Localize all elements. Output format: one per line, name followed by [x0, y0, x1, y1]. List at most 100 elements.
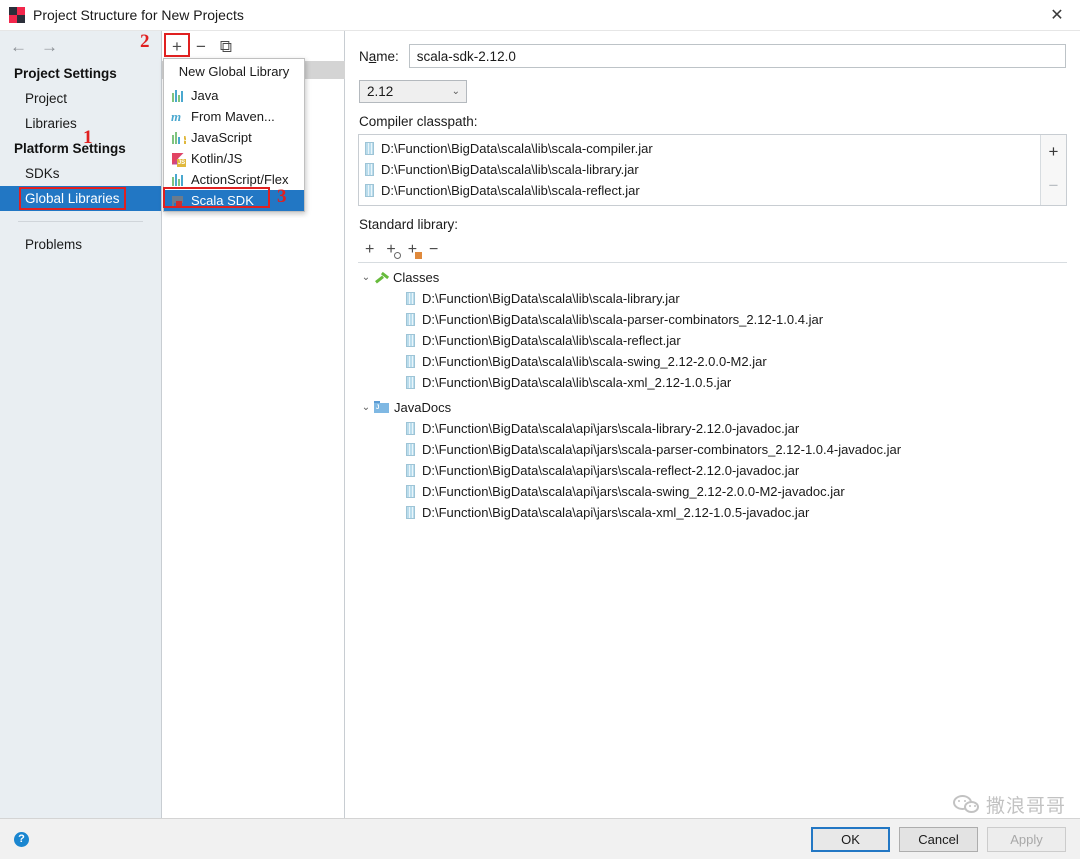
dialog-body: ← → Project Settings Project Libraries P… — [0, 31, 1080, 818]
library-toolbar: + − ⧉ — [162, 31, 344, 61]
chevron-down-icon[interactable]: ⌄ — [358, 272, 374, 283]
name-row: Name: — [345, 31, 1080, 68]
jar-icon — [406, 334, 415, 347]
list-item[interactable]: D:\Function\BigData\scala\lib\scala-libr… — [359, 159, 1040, 180]
jar-icon — [406, 443, 415, 456]
help-icon[interactable]: ? — [14, 831, 29, 847]
back-icon[interactable]: ← — [10, 38, 27, 55]
standard-library-tree: ⌄ Classes D:\Function\BigData\scala\lib\… — [358, 263, 1080, 523]
scala-version-select[interactable]: 2.12 ⌄ — [359, 80, 467, 103]
maven-icon: m — [171, 108, 182, 124]
menu-item-label: Java — [191, 88, 219, 103]
tree-leaf[interactable]: D:\Function\BigData\scala\api\jars\scala… — [358, 439, 1080, 460]
chevron-down-icon: ⌄ — [451, 86, 460, 97]
standard-library-label: Standard library: — [359, 217, 459, 232]
list-item-label: D:\Function\BigData\scala\lib\scala-comp… — [381, 141, 653, 156]
menu-item-scala-sdk[interactable]: Scala SDK — [164, 190, 304, 211]
tree-leaf[interactable]: D:\Function\BigData\scala\lib\scala-pars… — [358, 309, 1080, 330]
sidebar-item-project[interactable]: Project — [0, 86, 161, 111]
sidebar-group-platform-settings: Platform Settings — [14, 141, 126, 156]
tree-node-javadocs[interactable]: ⌄ J JavaDocs — [358, 396, 1080, 418]
scala-sdk-icon — [171, 194, 185, 208]
tree-leaf-label: D:\Function\BigData\scala\api\jars\scala… — [422, 484, 845, 499]
menu-item-from-maven[interactable]: m From Maven... — [164, 106, 304, 127]
menu-item-label: From Maven... — [191, 109, 275, 124]
menu-item-label: JavaScript — [191, 130, 252, 145]
sidebar-item-global-libraries[interactable]: Global Libraries — [0, 186, 161, 211]
jar-icon — [406, 292, 415, 305]
compiler-classpath-label: Compiler classpath: — [359, 114, 478, 129]
tree-node-label: Classes — [393, 269, 440, 285]
jar-icon — [365, 163, 374, 176]
add-jar-button[interactable]: + — [408, 241, 423, 259]
compiler-classpath-toolbar: + − — [1040, 135, 1066, 205]
list-item[interactable]: D:\Function\BigData\scala\lib\scala-refl… — [359, 180, 1040, 201]
scala-version-value: 2.12 — [367, 84, 394, 99]
tree-leaf[interactable]: D:\Function\BigData\scala\api\jars\scala… — [358, 502, 1080, 523]
menu-item-java[interactable]: Java — [164, 85, 304, 106]
add-library-button[interactable]: + — [172, 38, 182, 55]
tree-leaf[interactable]: D:\Function\BigData\scala\api\jars\scala… — [358, 481, 1080, 502]
actionscript-flex-icon — [171, 173, 185, 187]
remove-button[interactable]: − — [429, 241, 438, 258]
ok-button[interactable]: OK — [811, 826, 890, 852]
name-input[interactable] — [408, 44, 1066, 68]
apply-button[interactable]: Apply — [987, 826, 1066, 852]
javascript-icon: JS — [171, 131, 191, 145]
sidebar-divider — [18, 221, 143, 222]
menu-item-label: Scala SDK — [191, 193, 254, 208]
list-item[interactable]: D:\Function\BigData\scala\lib\scala-comp… — [359, 138, 1040, 159]
sidebar-item-problems[interactable]: Problems — [0, 232, 161, 257]
forward-icon[interactable]: → — [41, 38, 58, 55]
tree-leaf-label: D:\Function\BigData\scala\lib\scala-libr… — [422, 291, 680, 306]
tree-leaf-label: D:\Function\BigData\scala\api\jars\scala… — [422, 505, 810, 520]
tree-leaf[interactable]: D:\Function\BigData\scala\lib\scala-swin… — [358, 351, 1080, 372]
jar-icon — [406, 506, 415, 519]
name-label: Name: — [359, 48, 399, 64]
dialog-footer: ? OK Cancel Apply — [0, 818, 1080, 859]
close-icon[interactable]: ✕ — [1034, 0, 1080, 30]
jar-icon — [365, 184, 374, 197]
add-button[interactable]: + — [365, 241, 374, 258]
sidebar-item-libraries[interactable]: Libraries — [0, 111, 161, 136]
menu-item-javascript[interactable]: JS JavaScript — [164, 127, 304, 148]
javadocs-folder-icon: J — [374, 401, 389, 413]
jar-icon — [406, 464, 415, 477]
version-row: 2.12 ⌄ — [345, 68, 1080, 103]
compiler-classpath-box: D:\Function\BigData\scala\lib\scala-comp… — [358, 134, 1067, 206]
tree-leaf-label: D:\Function\BigData\scala\lib\scala-xml_… — [422, 375, 732, 390]
list-item-label: D:\Function\BigData\scala\lib\scala-libr… — [381, 162, 639, 177]
tree-leaf[interactable]: D:\Function\BigData\scala\lib\scala-refl… — [358, 330, 1080, 351]
tree-leaf-label: D:\Function\BigData\scala\lib\scala-swin… — [422, 354, 767, 369]
chevron-down-icon[interactable]: ⌄ — [358, 402, 374, 413]
add-classpath-button[interactable]: + — [1049, 135, 1059, 169]
kotlin-js-icon: JS — [171, 152, 186, 167]
tree-node-classes[interactable]: ⌄ Classes — [358, 266, 1080, 288]
menu-item-kotlin-js[interactable]: JS Kotlin/JS — [164, 148, 304, 169]
tree-leaf[interactable]: D:\Function\BigData\scala\api\jars\scala… — [358, 460, 1080, 481]
menu-item-label: ActionScript/Flex — [191, 172, 289, 187]
cancel-button[interactable]: Cancel — [899, 826, 978, 852]
sidebar-group-project-settings: Project Settings — [14, 66, 117, 81]
sidebar-item-sdks[interactable]: SDKs — [0, 161, 161, 186]
sidebar-nav: ← → — [0, 31, 161, 61]
jar-icon — [406, 376, 415, 389]
library-details-panel: Name: 2.12 ⌄ Compiler classpath: D:\Func… — [345, 31, 1080, 818]
compiler-classpath-list[interactable]: D:\Function\BigData\scala\lib\scala-comp… — [359, 135, 1040, 205]
tree-leaf[interactable]: D:\Function\BigData\scala\lib\scala-libr… — [358, 288, 1080, 309]
classes-icon — [374, 270, 390, 284]
add-url-button[interactable]: + — [386, 241, 401, 259]
title-bar: Project Structure for New Projects ✕ — [0, 0, 1080, 31]
list-item-label: D:\Function\BigData\scala\lib\scala-refl… — [381, 183, 640, 198]
tree-leaf[interactable]: D:\Function\BigData\scala\lib\scala-xml_… — [358, 372, 1080, 393]
standard-library-toolbar: + + + − — [358, 237, 1067, 263]
tree-leaf[interactable]: D:\Function\BigData\scala\api\jars\scala… — [358, 418, 1080, 439]
window-title: Project Structure for New Projects — [33, 7, 244, 23]
remove-library-button[interactable]: − — [196, 38, 206, 55]
menu-item-actionscript-flex[interactable]: ActionScript/Flex — [164, 169, 304, 190]
jar-icon — [406, 422, 415, 435]
remove-classpath-button[interactable]: − — [1049, 169, 1059, 203]
jar-icon — [365, 142, 374, 155]
copy-library-button[interactable]: ⧉ — [220, 38, 232, 55]
footer-buttons: OK Cancel Apply — [811, 826, 1066, 852]
